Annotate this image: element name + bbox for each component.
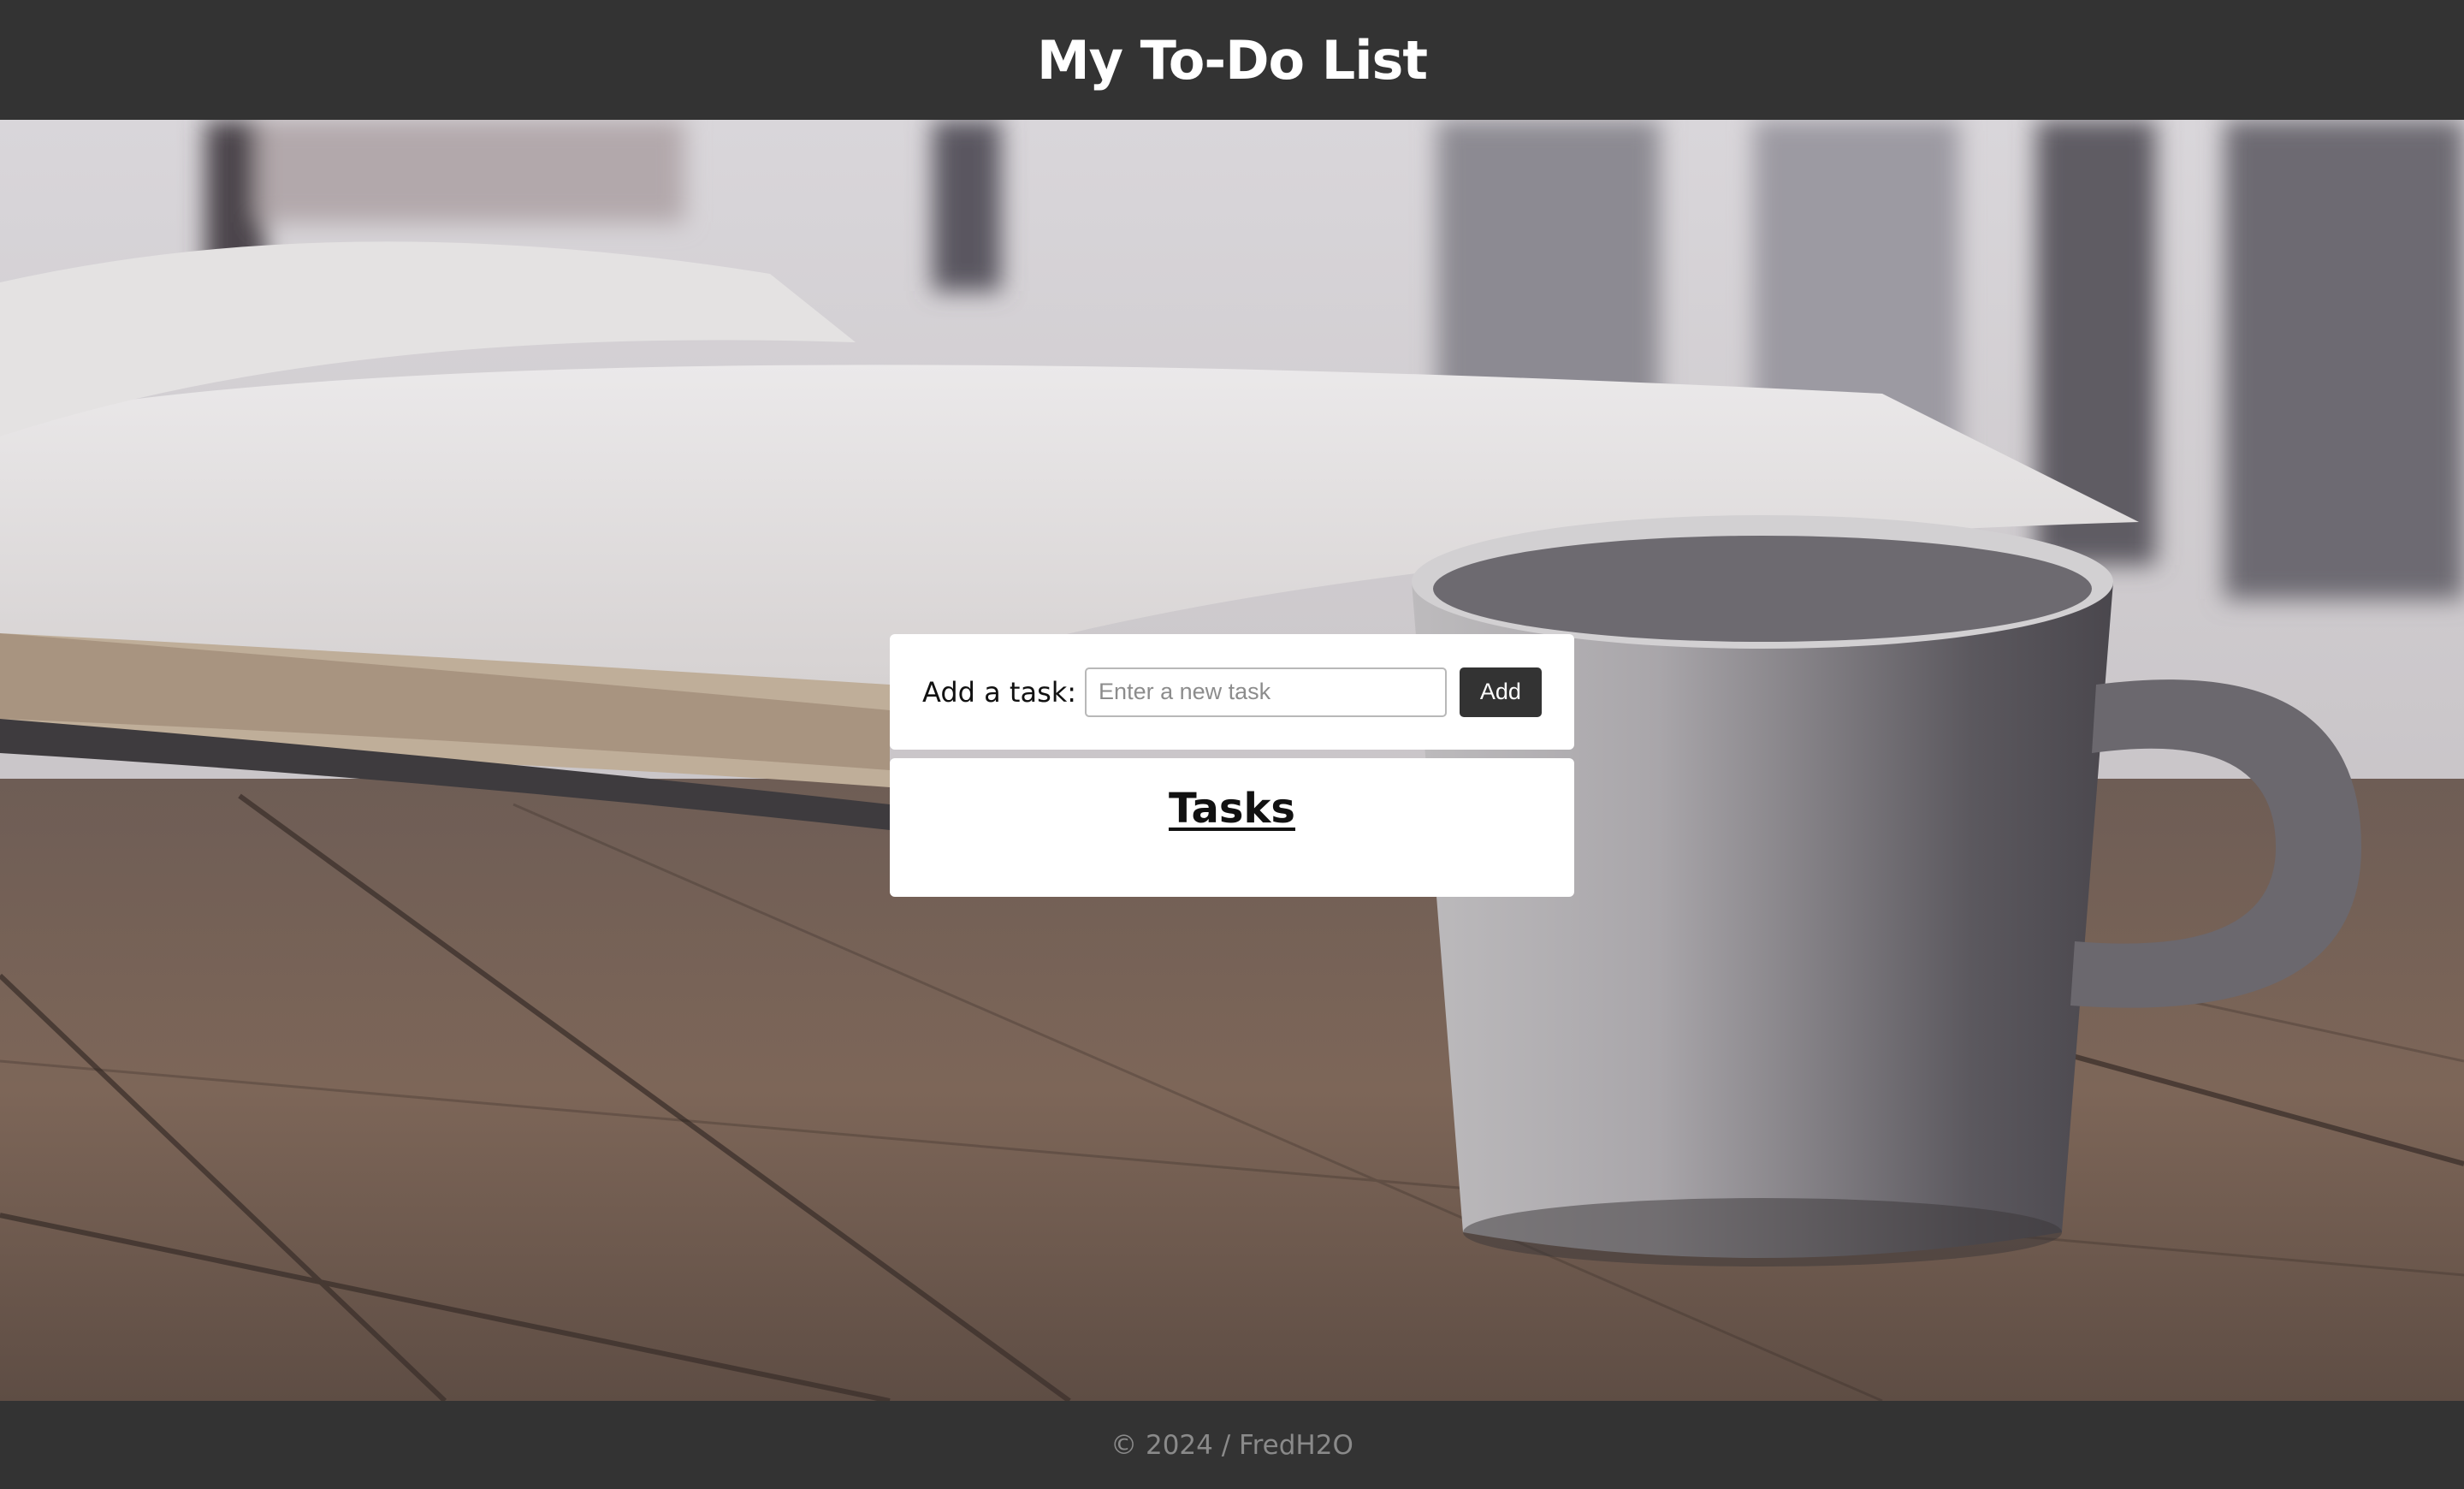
add-task-card: Add a task: Add: [890, 634, 1574, 750]
page-title: My To-Do List: [1036, 28, 1428, 92]
task-input[interactable]: [1085, 667, 1447, 717]
app-footer: © 2024 / FredH2O: [0, 1401, 2464, 1489]
add-task-label: Add a task:: [922, 675, 1077, 709]
add-button[interactable]: Add: [1459, 667, 1542, 717]
page: My To-Do List Add a task: Enter a new ta…: [0, 0, 2464, 1489]
tasks-heading: Tasks: [1168, 785, 1295, 833]
app-header: My To-Do List: [0, 0, 2464, 120]
copyright-text: © 2024 / FredH2O: [1111, 1429, 1353, 1461]
tasks-card: Tasks: [890, 758, 1574, 897]
